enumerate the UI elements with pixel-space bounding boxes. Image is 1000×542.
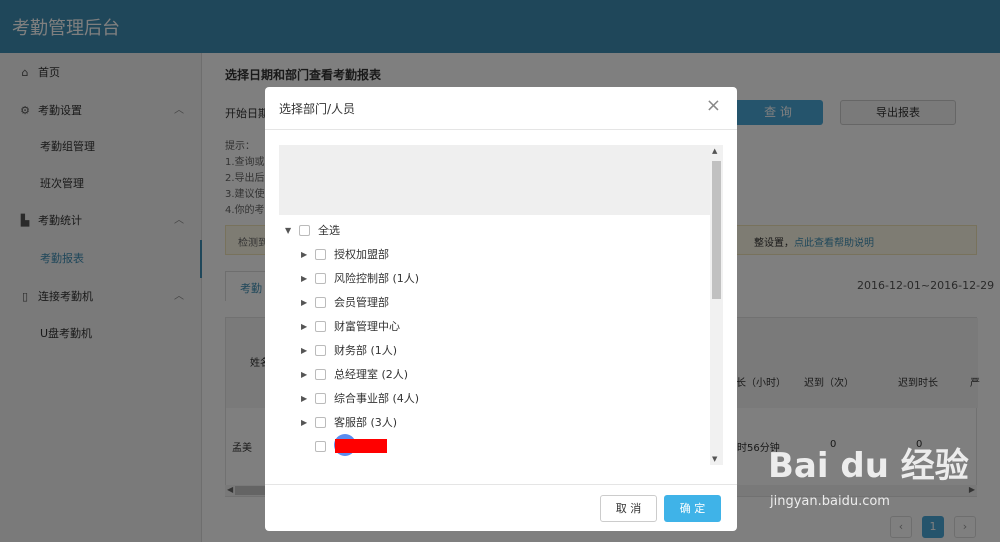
tree-item-department[interactable]: ▶ 客服部 (3人) <box>301 414 501 432</box>
dialog-footer: 取 消 确 定 <box>265 484 737 531</box>
caret-right-icon[interactable]: ▶ <box>301 246 307 264</box>
ok-button[interactable]: 确 定 <box>664 495 721 522</box>
tree-item-label: 会员管理部 <box>334 296 389 309</box>
tree-item-department[interactable]: ▶ 财富管理中心 <box>301 318 501 336</box>
tree-item-label: 总经理室 (2人) <box>334 368 409 381</box>
tree-item-department[interactable]: ▶ 财务部 (1人) <box>301 342 501 360</box>
cancel-button[interactable]: 取 消 <box>600 495 657 522</box>
scroll-up-icon[interactable]: ▲ <box>712 147 717 155</box>
tree-item-label: 财务部 (1人) <box>334 344 398 357</box>
dialog-title: 选择部门/人员 <box>279 102 356 116</box>
caret-down-icon[interactable]: ▼ <box>285 222 291 240</box>
tree-item-department[interactable]: ▶ 风险控制部 (1人) <box>301 270 501 288</box>
scroll-down-icon[interactable]: ▼ <box>712 455 717 463</box>
checkbox[interactable] <box>299 225 310 236</box>
caret-right-icon[interactable]: ▶ <box>301 414 307 432</box>
checkbox[interactable] <box>315 441 326 452</box>
tree-item-person[interactable] <box>301 438 501 456</box>
select-department-dialog: 选择部门/人员 × ▲ ▼ ▼ 全选 ▶ 授权加盟部 ▶ 风险控制部 (1人) … <box>265 87 737 531</box>
checkbox[interactable] <box>315 273 326 284</box>
caret-right-icon[interactable]: ▶ <box>301 390 307 408</box>
redaction-mark <box>335 439 387 453</box>
caret-right-icon[interactable]: ▶ <box>301 318 307 336</box>
tree-item-label: 综合事业部 (4人) <box>334 392 420 405</box>
selected-area <box>279 145 711 215</box>
tree-item-label: 全选 <box>318 224 340 237</box>
tree-item-label: 客服部 (3人) <box>334 416 398 429</box>
tree-item-label: 财富管理中心 <box>334 320 400 333</box>
checkbox[interactable] <box>315 417 326 428</box>
checkbox[interactable] <box>315 345 326 356</box>
watermark-logo: Bai du 经验 <box>768 446 969 486</box>
checkbox[interactable] <box>315 249 326 260</box>
watermark-url: jingyan.baidu.com <box>770 494 890 509</box>
close-icon[interactable]: × <box>706 96 721 116</box>
caret-right-icon[interactable]: ▶ <box>301 270 307 288</box>
tree-item-department[interactable]: ▶ 会员管理部 <box>301 294 501 312</box>
caret-right-icon[interactable]: ▶ <box>301 294 307 312</box>
tree-item-select-all[interactable]: ▼ 全选 <box>285 222 485 240</box>
checkbox[interactable] <box>315 393 326 404</box>
dialog-header: 选择部门/人员 × <box>265 87 737 130</box>
checkbox[interactable] <box>315 321 326 332</box>
baidu-watermark: Bai du 经验 jingyan.baidu.com <box>762 432 992 522</box>
caret-right-icon[interactable]: ▶ <box>301 366 307 384</box>
vertical-scrollbar[interactable]: ▲ ▼ <box>710 145 723 465</box>
tree-item-department[interactable]: ▶ 综合事业部 (4人) <box>301 390 501 408</box>
caret-right-icon[interactable]: ▶ <box>301 342 307 360</box>
tree-item-department[interactable]: ▶ 总经理室 (2人) <box>301 366 501 384</box>
checkbox[interactable] <box>315 369 326 380</box>
tree-item-label: 授权加盟部 <box>334 248 389 261</box>
checkbox[interactable] <box>315 297 326 308</box>
tree-item-label: 风险控制部 (1人) <box>334 272 420 285</box>
scrollbar-thumb[interactable] <box>712 161 721 299</box>
tree-item-department[interactable]: ▶ 授权加盟部 <box>301 246 501 264</box>
